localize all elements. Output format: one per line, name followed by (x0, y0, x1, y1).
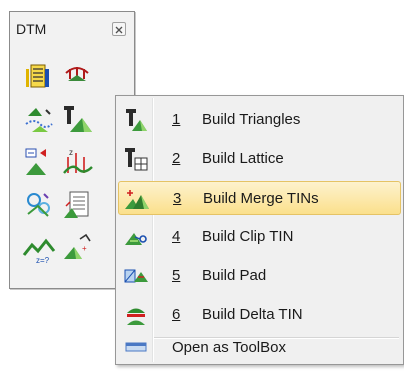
menu-item-build-delta-tin[interactable]: 6 Build Delta TIN (118, 298, 401, 332)
tool-report-icon[interactable] (60, 188, 94, 222)
build-delta-tin-icon (124, 303, 148, 327)
menu-item-build-triangles[interactable]: 1 Build Triangles (118, 103, 401, 137)
svg-text:+: + (82, 244, 87, 253)
toolbox-title: DTM (16, 21, 47, 37)
menu-item-label: Build Triangles (202, 111, 301, 128)
menu-item-label: Build Lattice (202, 150, 284, 167)
menu-item-label: Build Clip TIN (202, 228, 294, 245)
menu-item-number: 4 (172, 228, 181, 245)
menu-item-number: 2 (172, 150, 181, 167)
menu-item-number: 6 (172, 306, 181, 323)
tool-volume-icon[interactable]: + (60, 231, 94, 265)
menu-item-build-merge-tins[interactable]: 3 Build Merge TINs (118, 181, 401, 215)
tool-profile-icon[interactable]: z (60, 145, 94, 179)
build-context-menu: 1 Build Triangles 2 Build Lattice 3 Buil (115, 95, 404, 365)
menu-item-build-clip-tin[interactable]: 4 Build Clip TIN (118, 220, 401, 254)
menu-item-build-lattice[interactable]: 2 Build Lattice (118, 142, 401, 176)
tool-build-triangles-icon[interactable] (60, 102, 94, 136)
menu-item-label: Build Delta TIN (202, 306, 303, 323)
menu-item-label: Open as ToolBox (172, 339, 286, 356)
build-merge-tins-icon (125, 187, 149, 211)
menu-item-number: 1 (172, 111, 181, 128)
build-clip-tin-icon (124, 225, 148, 249)
menu-item-number: 3 (173, 190, 182, 207)
build-pad-icon (124, 264, 148, 288)
svg-text:z: z (69, 148, 73, 157)
tool-analyze-icon[interactable] (22, 188, 56, 222)
tool-build-icon[interactable] (22, 102, 56, 136)
close-icon[interactable] (112, 22, 126, 36)
menu-item-label: Build Merge TINs (203, 190, 319, 207)
open-as-toolbox-icon (124, 336, 148, 360)
build-triangles-icon (124, 108, 148, 132)
tool-label-icon[interactable]: z=? (22, 231, 56, 265)
svg-text:z=?: z=? (36, 256, 50, 265)
tool-tin-explorer-icon[interactable] (60, 59, 94, 93)
tool-extract-icon[interactable] (22, 145, 56, 179)
tool-properties-icon[interactable] (22, 59, 56, 93)
menu-item-number: 5 (172, 267, 181, 284)
menu-item-open-as-toolbox[interactable]: Open as ToolBox (118, 328, 401, 362)
menu-item-label: Build Pad (202, 267, 267, 284)
build-lattice-icon (124, 147, 148, 171)
menu-item-build-pad[interactable]: 5 Build Pad (118, 259, 401, 293)
